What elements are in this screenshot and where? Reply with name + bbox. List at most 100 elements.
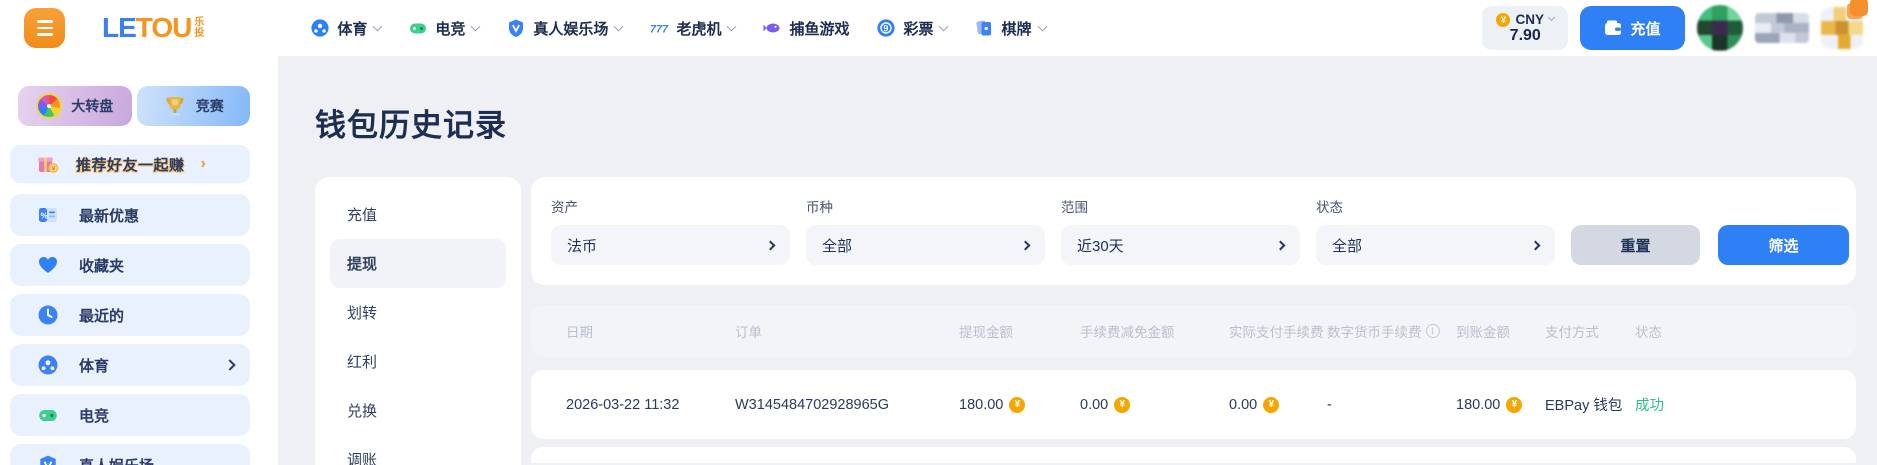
sidebar-item-favorites[interactable]: 收藏夹 — [10, 244, 250, 286]
nav-item-slots[interactable]: 777 老虎机 — [649, 18, 737, 39]
cell-fee-paid: 0.00 ¥ — [1229, 396, 1327, 413]
nav-item-label: 体育 — [337, 20, 368, 38]
competition-button[interactable]: 竞赛 — [136, 86, 250, 126]
main-content: 钱包历史记录 充值 提现 划转 红利 兑换 调账 资产 法币 币种 全部 范围 … — [278, 56, 1877, 465]
top-bar: LE TOU 乐投 体育 电竞 真人娱乐场 777 老虎机 捕鱼游戏 9 彩票 … — [0, 0, 1877, 56]
sidebar-item-live-casino[interactable]: 真人娱乐场 — [10, 444, 250, 465]
cell-crypto-fee: - — [1327, 396, 1332, 413]
nav-item-lottery[interactable]: 9 彩票 — [876, 18, 949, 39]
chevron-down-icon — [372, 21, 383, 31]
cell-status: 成功 — [1635, 398, 1664, 414]
sidebar-item-esports[interactable]: 电竞 — [10, 394, 250, 436]
nav-item-label: 棋牌 — [1001, 20, 1032, 38]
submenu-item-withdraw[interactable]: 提现 — [330, 239, 506, 288]
sidebar-item-label: 电竞 — [79, 407, 110, 425]
reset-button[interactable]: 重置 — [1571, 225, 1700, 265]
range-select-value: 近30天 — [1077, 237, 1124, 255]
column-header-received: 到账金额 — [1456, 325, 1510, 340]
promo-label: 大转盘 — [71, 98, 114, 114]
deposit-label: 充值 — [1630, 20, 1661, 38]
sidebar: 大转盘 竞赛 ¥ 推荐好友一起赚 › % 最新优惠 收藏夹 最近的 体育 电竞 — [0, 56, 278, 465]
filter-status: 状态 全部 — [1316, 196, 1555, 265]
gamepad-icon — [36, 403, 60, 427]
asset-select[interactable]: 法币 — [551, 225, 790, 265]
filter-button[interactable]: 筛选 — [1718, 225, 1849, 265]
chevron-down-icon — [613, 21, 624, 31]
nav-item-board-games[interactable]: 棋牌 — [974, 18, 1047, 39]
submenu-item-exchange[interactable]: 兑换 — [330, 386, 506, 435]
heart-icon — [36, 253, 60, 277]
username-redacted[interactable] — [1755, 13, 1809, 43]
sidebar-item-latest-offers[interactable]: % 最新优惠 — [10, 194, 250, 236]
sidebar-item-recent[interactable]: 最近的 — [10, 294, 250, 336]
chevron-right-icon — [1530, 240, 1541, 250]
referral-banner[interactable]: ¥ 推荐好友一起赚 › — [10, 145, 250, 183]
coin-icon: ¥ — [1114, 396, 1131, 413]
sidebar-item-label: 收藏夹 — [79, 257, 125, 275]
balance-currency: CNY — [1515, 12, 1544, 28]
vip-badge[interactable] — [1821, 0, 1868, 49]
deposit-button[interactable]: 充值 — [1580, 6, 1685, 50]
submenu-item-adjustment[interactable]: 调账 — [330, 435, 506, 465]
nav-item-live-casino[interactable]: 真人娱乐场 — [506, 18, 624, 39]
sidebar-item-label: 真人娱乐场 — [79, 455, 234, 465]
prize-wheel-icon — [36, 93, 63, 119]
table-row[interactable] — [531, 447, 1856, 463]
nav-item-label: 彩票 — [903, 20, 934, 38]
currency-select-value: 全部 — [822, 237, 853, 255]
range-select[interactable]: 近30天 — [1061, 225, 1300, 265]
chevron-right-icon: › — [200, 155, 206, 172]
info-icon[interactable]: i — [1425, 324, 1440, 338]
svg-text:9: 9 — [884, 23, 889, 33]
soccer-icon — [310, 18, 330, 38]
promo-tag-icon: % — [36, 203, 60, 227]
shield-icon — [36, 453, 60, 465]
column-header-status: 状态 — [1635, 325, 1662, 340]
currency-select[interactable]: 全部 — [806, 225, 1045, 265]
trophy-icon — [163, 94, 187, 118]
avatar[interactable] — [1697, 5, 1743, 51]
lottery-ball-icon: 9 — [876, 18, 896, 38]
column-header-method: 支付方式 — [1545, 325, 1599, 340]
filter-panel: 资产 法币 币种 全部 范围 近30天 状态 全部 重置 筛选 — [531, 177, 1856, 285]
nav-item-label: 电竞 — [435, 20, 466, 38]
gamepad-icon — [408, 18, 428, 38]
menu-button[interactable] — [24, 8, 65, 48]
coin-icon: ¥ — [1506, 396, 1523, 413]
column-header-withdraw-amount: 提现金额 — [959, 325, 1013, 340]
cards-icon — [974, 18, 994, 38]
filter-label: 币种 — [806, 200, 833, 215]
cell-method: EBPay 钱包 — [1545, 398, 1623, 414]
sidebar-promo-row: 大转盘 竞赛 — [18, 86, 250, 126]
submenu-item-transfer[interactable]: 划转 — [330, 288, 506, 337]
fish-icon — [762, 18, 782, 38]
nav-item-esports[interactable]: 电竞 — [408, 18, 481, 39]
filter-label: 范围 — [1061, 200, 1088, 215]
column-header-fee-waived: 手续费减免金额 — [1080, 325, 1175, 340]
svg-text:¥: ¥ — [52, 165, 56, 172]
nav-item-fishing[interactable]: 捕鱼游戏 — [762, 18, 849, 39]
balance-pill[interactable]: ¥ CNY 7.90 — [1482, 6, 1568, 50]
column-header-date: 日期 — [566, 325, 593, 340]
table-row[interactable]: 2026-03-22 11:32 W3145484702928965G 180.… — [531, 370, 1856, 439]
chevron-down-icon — [1037, 21, 1047, 31]
chevron-down-icon — [1547, 14, 1556, 22]
submenu-item-deposit[interactable]: 充值 — [330, 190, 506, 239]
wallet-icon — [1604, 20, 1622, 36]
nav-item-sports[interactable]: 体育 — [310, 18, 383, 39]
notification-badge — [1850, 0, 1868, 16]
sidebar-item-sports[interactable]: 体育 — [10, 344, 250, 386]
sidebar-item-label: 最新优惠 — [79, 207, 140, 225]
logo[interactable]: LE TOU 乐投 — [102, 12, 206, 44]
filter-label: 状态 — [1316, 200, 1343, 215]
filter-label: 资产 — [551, 200, 578, 215]
status-select-value: 全部 — [1332, 237, 1363, 255]
submenu-item-bonus[interactable]: 红利 — [330, 337, 506, 386]
status-select[interactable]: 全部 — [1316, 225, 1555, 265]
cell-withdraw-amount: 180.00 ¥ — [959, 396, 1080, 413]
svg-text:%: % — [41, 212, 48, 221]
promo-label: 竞赛 — [195, 98, 224, 114]
chevron-right-icon — [224, 359, 236, 371]
filter-range: 范围 近30天 — [1061, 196, 1300, 265]
prize-wheel-button[interactable]: 大转盘 — [18, 86, 132, 126]
